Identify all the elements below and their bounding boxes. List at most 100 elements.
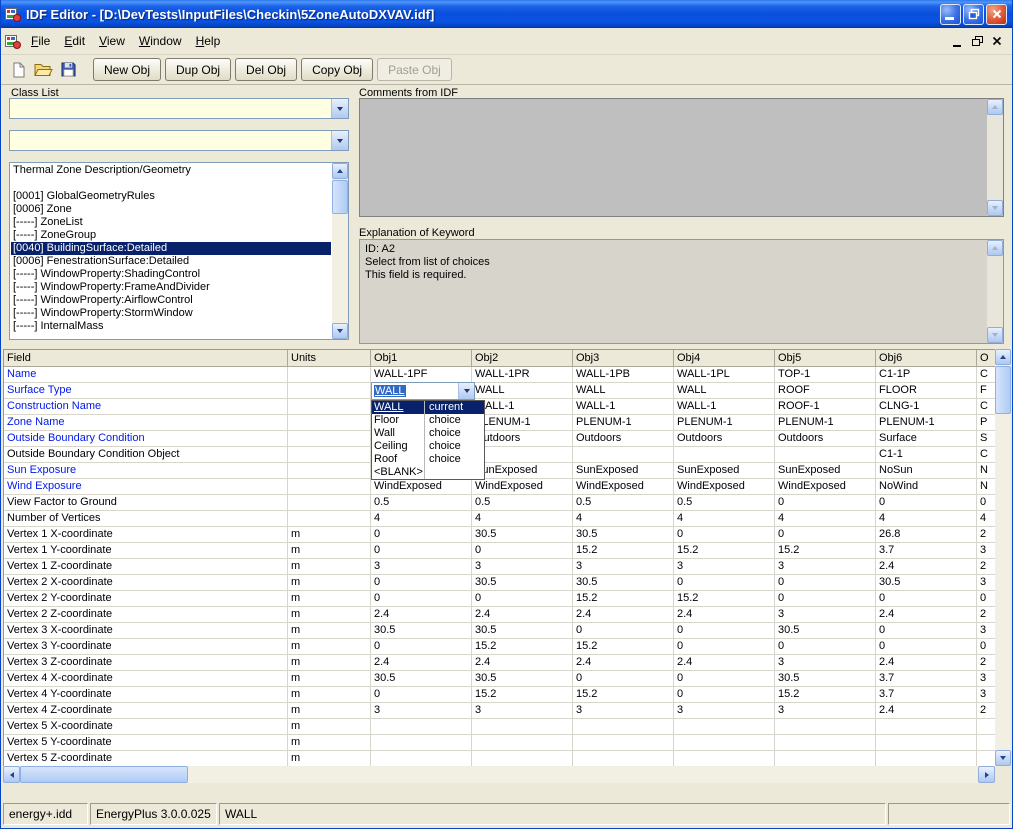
value-cell[interactable]: WALL-1 bbox=[573, 399, 674, 415]
class-list-item[interactable]: [-----] WindowProperty:StormWindow bbox=[11, 307, 331, 320]
minimize-button[interactable] bbox=[940, 4, 961, 25]
scrollbar-thumb[interactable] bbox=[995, 366, 1011, 414]
scrollbar-down-button[interactable] bbox=[995, 750, 1011, 766]
scrollbar-up-button[interactable] bbox=[332, 163, 348, 179]
value-cell[interactable]: 3 bbox=[775, 607, 876, 623]
value-cell[interactable] bbox=[876, 751, 977, 766]
value-cell[interactable] bbox=[371, 719, 472, 735]
value-cell[interactable]: 0 bbox=[371, 591, 472, 607]
value-cell[interactable]: 0 bbox=[674, 623, 775, 639]
class-list-item[interactable]: [-----] ZoneGroup bbox=[11, 229, 331, 242]
value-cell[interactable]: 0 bbox=[371, 575, 472, 591]
value-cell[interactable]: 4 bbox=[876, 511, 977, 527]
value-cell[interactable]: 3 bbox=[775, 703, 876, 719]
value-cell[interactable]: 0 bbox=[674, 575, 775, 591]
value-cell[interactable]: WALL bbox=[573, 383, 674, 399]
value-cell[interactable] bbox=[775, 735, 876, 751]
value-cell[interactable]: 4 bbox=[472, 511, 573, 527]
value-cell[interactable]: 0 bbox=[674, 671, 775, 687]
value-cell[interactable]: 2.4 bbox=[573, 607, 674, 623]
dropdown-item[interactable]: WALLcurrent bbox=[372, 401, 484, 414]
value-cell[interactable]: 3 bbox=[977, 671, 995, 687]
class-category-combo-1[interactable] bbox=[9, 98, 349, 119]
value-cell[interactable]: 2.4 bbox=[674, 655, 775, 671]
value-cell[interactable]: 3 bbox=[472, 559, 573, 575]
value-cell[interactable]: N bbox=[977, 463, 995, 479]
value-cell[interactable]: 30.5 bbox=[371, 671, 472, 687]
value-cell[interactable]: 30.5 bbox=[472, 527, 573, 543]
value-cell[interactable] bbox=[573, 751, 674, 766]
value-cell[interactable]: 30.5 bbox=[472, 623, 573, 639]
restore-button[interactable] bbox=[963, 4, 984, 25]
value-cell[interactable]: 4 bbox=[371, 511, 472, 527]
value-cell[interactable]: 3 bbox=[977, 687, 995, 703]
value-cell[interactable]: 15.2 bbox=[573, 639, 674, 655]
value-cell[interactable]: 0.5 bbox=[573, 495, 674, 511]
menu-view[interactable]: View bbox=[92, 29, 132, 53]
value-cell[interactable]: 3 bbox=[573, 559, 674, 575]
class-category-combo-2[interactable] bbox=[9, 130, 349, 151]
dropdown-item[interactable]: Floorchoice bbox=[372, 414, 484, 427]
value-cell[interactable]: 30.5 bbox=[371, 623, 472, 639]
class-list-item[interactable]: Thermal Zone Description/Geometry bbox=[11, 164, 331, 177]
value-cell[interactable] bbox=[977, 719, 995, 735]
value-cell[interactable] bbox=[573, 719, 674, 735]
value-cell[interactable] bbox=[876, 735, 977, 751]
value-cell[interactable]: 3 bbox=[674, 703, 775, 719]
value-cell[interactable]: 2 bbox=[977, 655, 995, 671]
value-cell[interactable]: 0.5 bbox=[674, 495, 775, 511]
value-cell[interactable]: 2.4 bbox=[573, 655, 674, 671]
value-cell[interactable]: 3.7 bbox=[876, 543, 977, 559]
value-cell[interactable]: 2 bbox=[977, 559, 995, 575]
value-cell[interactable]: C bbox=[977, 367, 995, 383]
mdi-minimize-button[interactable] bbox=[948, 33, 966, 49]
value-cell[interactable]: 0 bbox=[775, 575, 876, 591]
value-cell[interactable]: 30.5 bbox=[775, 671, 876, 687]
dropdown-item[interactable]: <BLANK> bbox=[372, 466, 484, 479]
copy-obj-button[interactable]: Copy Obj bbox=[301, 58, 373, 81]
value-cell[interactable]: 0 bbox=[876, 623, 977, 639]
value-cell[interactable] bbox=[674, 735, 775, 751]
value-cell[interactable]: 3 bbox=[371, 559, 472, 575]
value-cell[interactable] bbox=[573, 447, 674, 463]
value-cell[interactable]: 3 bbox=[472, 703, 573, 719]
value-cell[interactable]: 30.5 bbox=[472, 671, 573, 687]
value-cell[interactable]: 4 bbox=[775, 511, 876, 527]
value-cell[interactable] bbox=[775, 751, 876, 766]
scrollbar-up-button[interactable] bbox=[995, 349, 1011, 365]
value-cell[interactable]: 2.4 bbox=[371, 607, 472, 623]
value-cell[interactable]: 0 bbox=[876, 495, 977, 511]
value-cell[interactable]: 0.5 bbox=[371, 495, 472, 511]
value-cell[interactable]: 15.2 bbox=[472, 639, 573, 655]
value-cell[interactable]: 0 bbox=[573, 623, 674, 639]
value-cell[interactable]: PLENUM-1 bbox=[775, 415, 876, 431]
value-cell[interactable]: NoSun bbox=[876, 463, 977, 479]
value-cell[interactable]: PLENUM-1 bbox=[674, 415, 775, 431]
value-cell[interactable]: PLENUM-1 bbox=[472, 415, 573, 431]
value-cell[interactable]: WALL bbox=[472, 383, 573, 399]
value-cell[interactable]: 0 bbox=[876, 639, 977, 655]
value-cell[interactable]: 2.4 bbox=[472, 607, 573, 623]
value-cell[interactable]: SunExposed bbox=[573, 463, 674, 479]
class-list-item[interactable]: [-----] InternalMass bbox=[11, 320, 331, 333]
scrollbar-right-button[interactable] bbox=[978, 766, 995, 783]
value-cell[interactable]: WindExposed bbox=[573, 479, 674, 495]
value-cell[interactable]: 30.5 bbox=[573, 527, 674, 543]
value-cell[interactable]: WindExposed bbox=[775, 479, 876, 495]
menu-edit[interactable]: Edit bbox=[57, 29, 92, 53]
new-file-button[interactable] bbox=[6, 58, 31, 82]
value-cell[interactable]: 0 bbox=[876, 591, 977, 607]
value-cell[interactable]: 3 bbox=[674, 559, 775, 575]
value-cell[interactable] bbox=[775, 719, 876, 735]
close-button[interactable] bbox=[986, 4, 1007, 25]
value-cell[interactable]: 2 bbox=[977, 527, 995, 543]
value-cell[interactable] bbox=[371, 751, 472, 766]
value-cell[interactable]: P bbox=[977, 415, 995, 431]
value-cell[interactable]: C bbox=[977, 447, 995, 463]
surface-type-combo-dropdown-button[interactable] bbox=[458, 383, 474, 399]
value-cell[interactable] bbox=[472, 735, 573, 751]
value-cell[interactable]: 0 bbox=[775, 591, 876, 607]
value-cell[interactable]: WALL-1PB bbox=[573, 367, 674, 383]
combo-1-dropdown-button[interactable] bbox=[331, 99, 348, 118]
value-cell[interactable]: 0.5 bbox=[472, 495, 573, 511]
